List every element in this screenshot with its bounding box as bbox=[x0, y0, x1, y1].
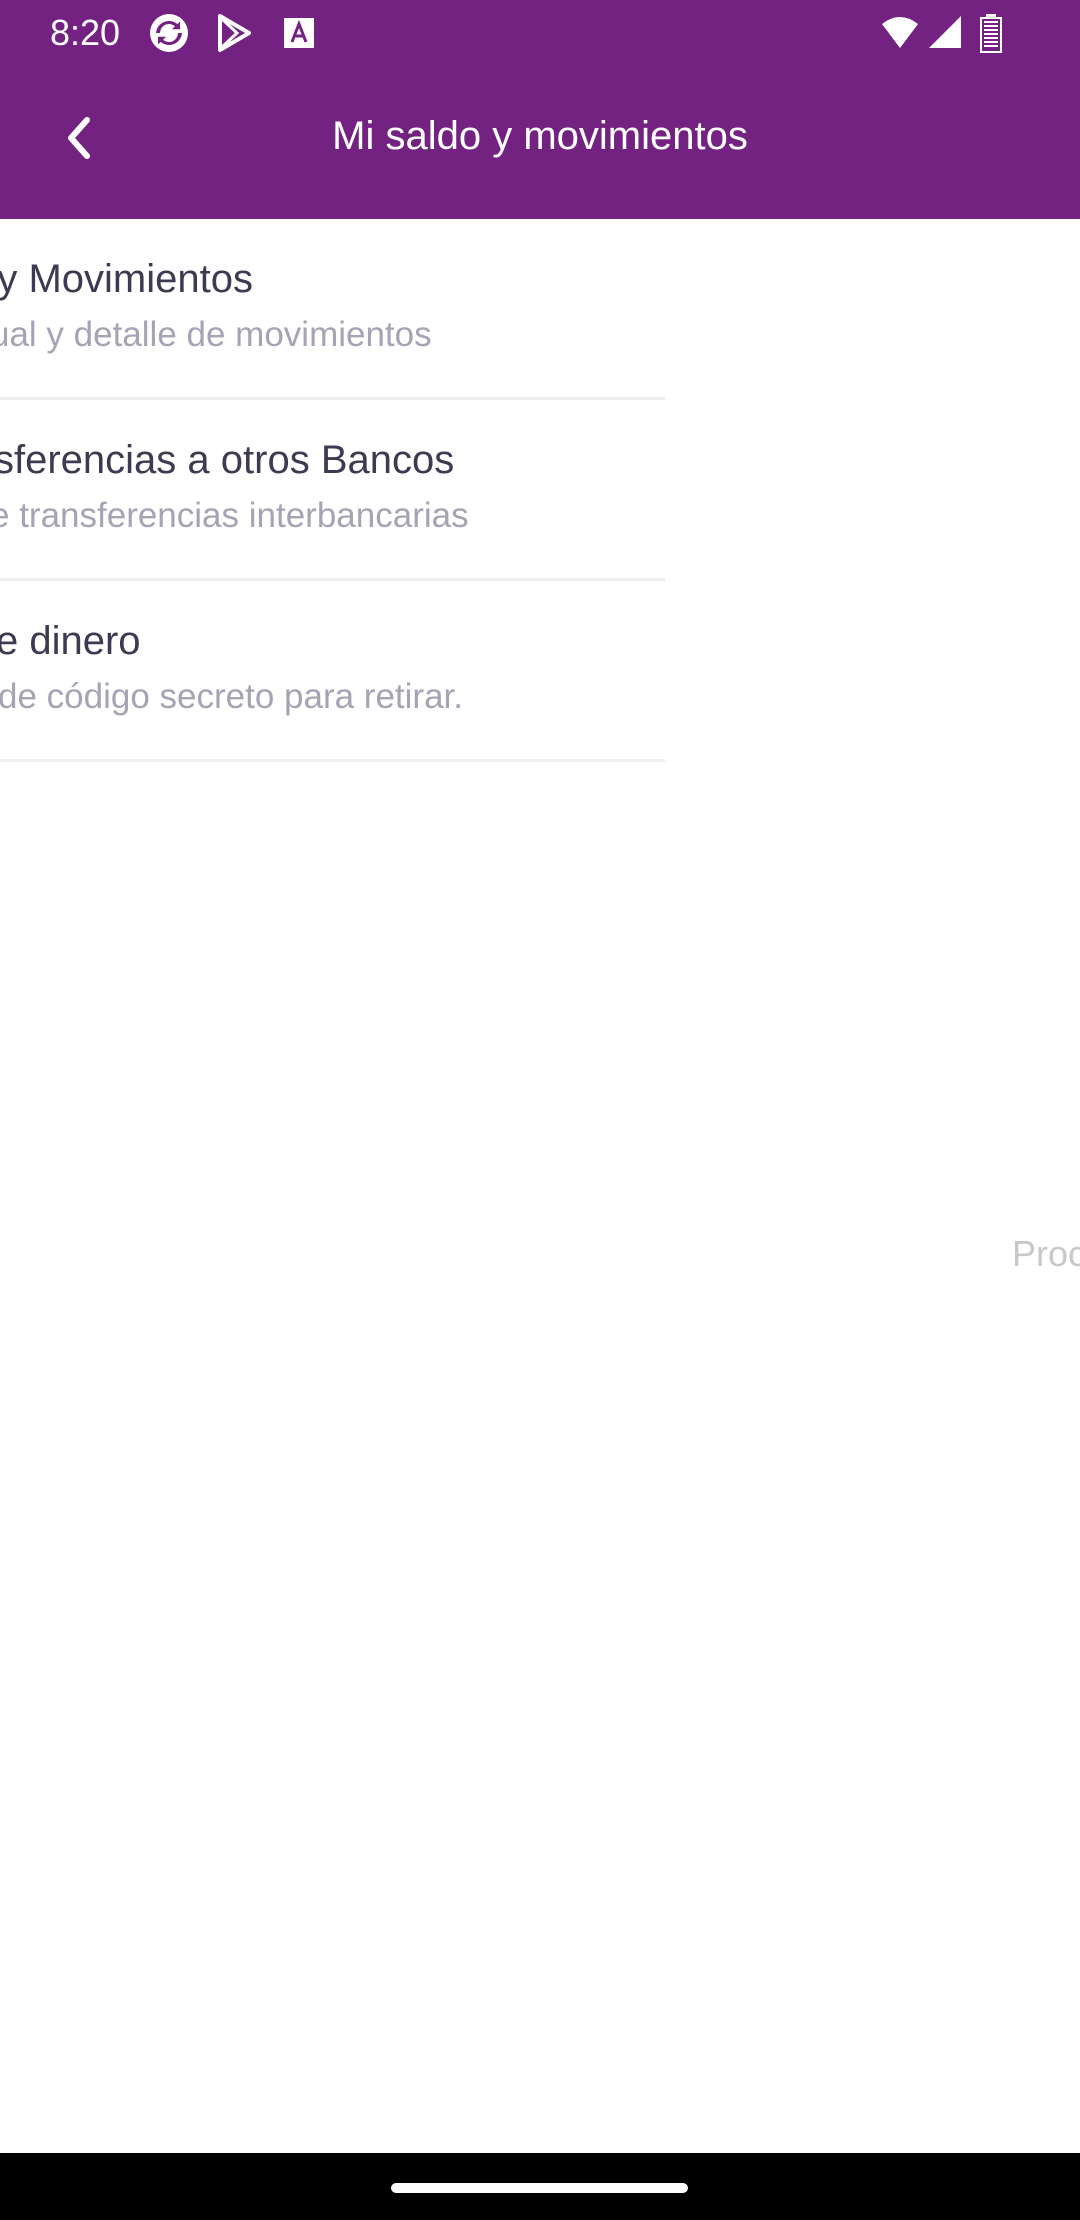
sync-app-icon bbox=[148, 12, 190, 54]
wifi-icon bbox=[880, 12, 920, 54]
peek-text: Proc bbox=[1012, 1233, 1080, 1274]
battery-icon bbox=[978, 12, 1004, 54]
status-time: 8:20 bbox=[50, 12, 121, 53]
menu-item-subtitle: e transferencias interbancarias bbox=[0, 496, 469, 535]
play-store-icon bbox=[213, 12, 255, 54]
font-app-icon bbox=[278, 12, 320, 54]
cellular-signal-icon bbox=[927, 12, 963, 54]
page-title: Mi saldo y movimientos bbox=[332, 114, 748, 158]
menu-list: o y Movimientos ual y detalle de movimie… bbox=[0, 219, 665, 762]
navigation-bar bbox=[0, 2153, 1080, 2220]
menu-item-title: o y Movimientos bbox=[0, 257, 253, 301]
menu-item-saldo-movimientos[interactable]: o y Movimientos ual y detalle de movimie… bbox=[0, 219, 665, 400]
menu-item-title: sferencias a otros Bancos bbox=[0, 438, 455, 482]
menu-item-retiro-dinero[interactable]: e dinero de código secreto para retirar. bbox=[0, 581, 665, 762]
content-area: o y Movimientos ual y detalle de movimie… bbox=[0, 219, 1080, 2153]
menu-item-transferencias-bancos[interactable]: sferencias a otros Bancos e transferenci… bbox=[0, 400, 665, 581]
menu-item-subtitle: de código secreto para retirar. bbox=[0, 677, 463, 716]
menu-item-subtitle: ual y detalle de movimientos bbox=[0, 315, 432, 354]
top-bar: 8:20 Mi saldo y movimientos bbox=[0, 0, 1080, 219]
status-bar: 8:20 bbox=[0, 0, 1080, 66]
home-handle[interactable] bbox=[391, 2183, 688, 2193]
app-bar: Mi saldo y movimientos bbox=[0, 66, 1080, 219]
menu-item-title: e dinero bbox=[0, 619, 141, 663]
